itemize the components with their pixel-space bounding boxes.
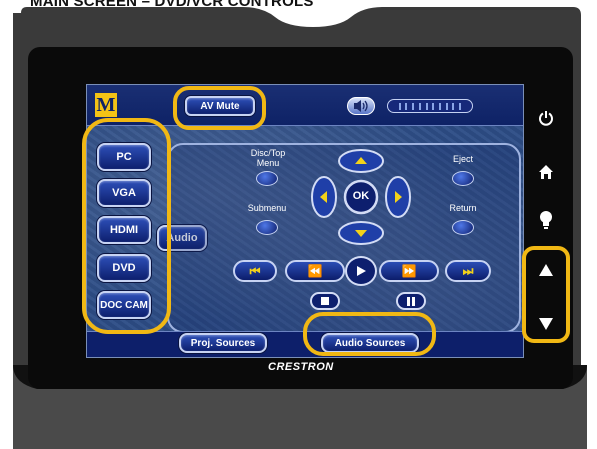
pause-button[interactable] (396, 292, 426, 310)
stop-button[interactable] (310, 292, 340, 310)
brand-logo: CRESTRON (268, 361, 334, 373)
play-icon (357, 266, 366, 276)
university-logo: M (95, 93, 117, 117)
home-icon (539, 165, 553, 179)
dpad: OK (311, 149, 411, 245)
volume-level-bar[interactable] (387, 99, 473, 113)
next-track-button[interactable]: ⏭ (445, 260, 491, 282)
ok-label: OK (352, 190, 370, 202)
highlight-audio-sources (303, 312, 436, 356)
lightbulb-icon (540, 211, 552, 229)
play-button[interactable] (345, 256, 377, 286)
eject-label: Eject (452, 154, 473, 164)
power-icon (539, 111, 553, 126)
lights-button[interactable] (534, 208, 558, 232)
home-button[interactable] (534, 160, 558, 184)
return-button[interactable] (452, 220, 474, 235)
eject-button[interactable] (452, 171, 474, 186)
proj-sources-button[interactable]: Proj. Sources (179, 333, 267, 353)
submenu-button[interactable] (256, 220, 278, 235)
highlight-volume-buttons (522, 246, 570, 343)
stop-icon (321, 297, 329, 305)
disc-top-menu-button[interactable] (256, 171, 278, 186)
pause-icon (407, 296, 410, 306)
highlight-av-mute (173, 86, 266, 130)
highlight-source-buttons (82, 118, 171, 334)
speaker-icon (354, 100, 368, 112)
previous-track-button[interactable]: ⏮ (233, 260, 277, 282)
volume-speaker-icon[interactable] (347, 97, 375, 115)
disc-top-menu-label: Disc/Top Menu (250, 148, 286, 168)
power-button[interactable] (534, 106, 558, 130)
rewind-button[interactable]: ⏪ (285, 260, 345, 282)
return-label: Return (449, 203, 477, 213)
fast-forward-button[interactable]: ⏩ (379, 260, 439, 282)
submenu-label: Submenu (247, 203, 287, 213)
